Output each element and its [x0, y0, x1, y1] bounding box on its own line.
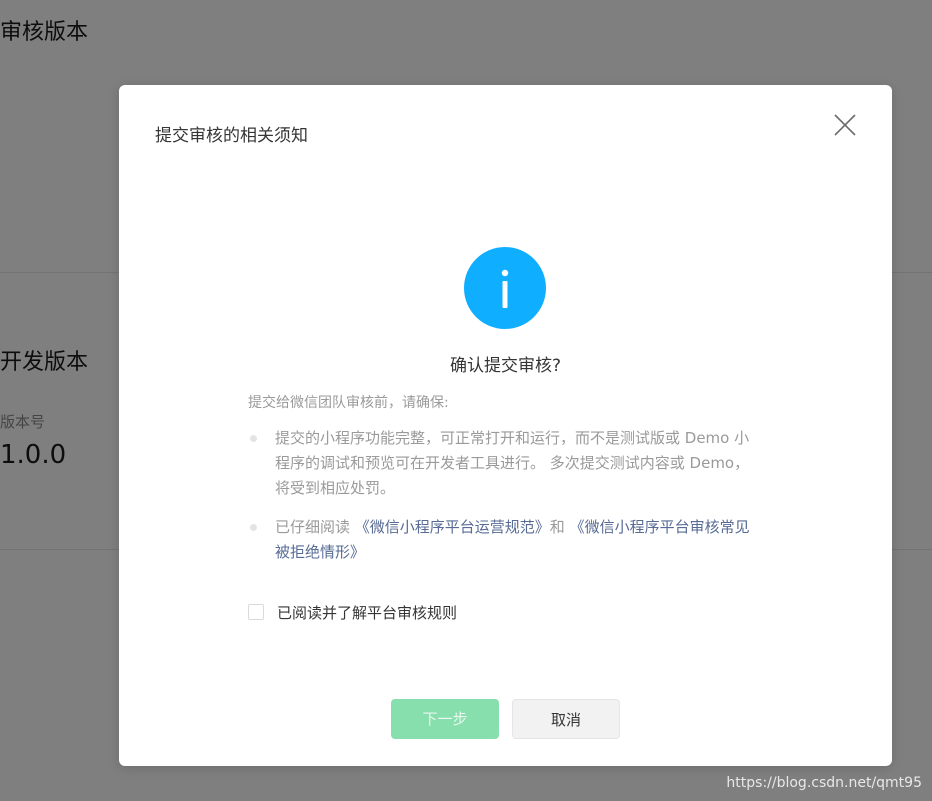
info-icon: [464, 247, 546, 329]
rule-text: 提交的小程序功能完整，可正常打开和运行，而不是测试版或 Demo 小程序的调试和…: [275, 429, 750, 497]
agree-label[interactable]: 已阅读并了解平台审核规则: [277, 602, 457, 623]
agree-checkbox[interactable]: [248, 604, 264, 620]
agree-checkbox-row[interactable]: 已阅读并了解平台审核规则: [248, 602, 457, 622]
operation-rules-link[interactable]: 《微信小程序平台运营规范》: [355, 518, 550, 536]
close-icon: [834, 114, 856, 136]
rule-connector: 和: [549, 518, 570, 536]
rule-item: 已仔细阅读 《微信小程序平台运营规范》和 《微信小程序平台审核常见被拒绝情形》: [248, 515, 768, 565]
confirm-title: 确认提交审核?: [449, 356, 562, 376]
dialog-title: 提交审核的相关须知: [155, 126, 308, 146]
cancel-button[interactable]: 取消: [512, 699, 620, 739]
rules-intro: 提交给微信团队审核前，请确保:: [248, 395, 449, 411]
submit-review-dialog: 提交审核的相关须知 确认提交审核? 提交给微信团队审核前，请确保: 提交的小程序…: [119, 85, 892, 766]
close-button[interactable]: [830, 110, 860, 140]
next-step-button[interactable]: 下一步: [391, 699, 499, 739]
rule-prefix: 已仔细阅读: [275, 518, 355, 536]
rule-item: 提交的小程序功能完整，可正常打开和运行，而不是测试版或 Demo 小程序的调试和…: [248, 426, 768, 501]
rules-list: 提交的小程序功能完整，可正常打开和运行，而不是测试版或 Demo 小程序的调试和…: [248, 426, 768, 579]
bullet-icon: [250, 524, 257, 531]
rule-text: 已仔细阅读 《微信小程序平台运营规范》和 《微信小程序平台审核常见被拒绝情形》: [275, 515, 760, 565]
bullet-icon: [250, 435, 257, 442]
watermark: https://blog.csdn.net/qmt95: [726, 775, 922, 791]
